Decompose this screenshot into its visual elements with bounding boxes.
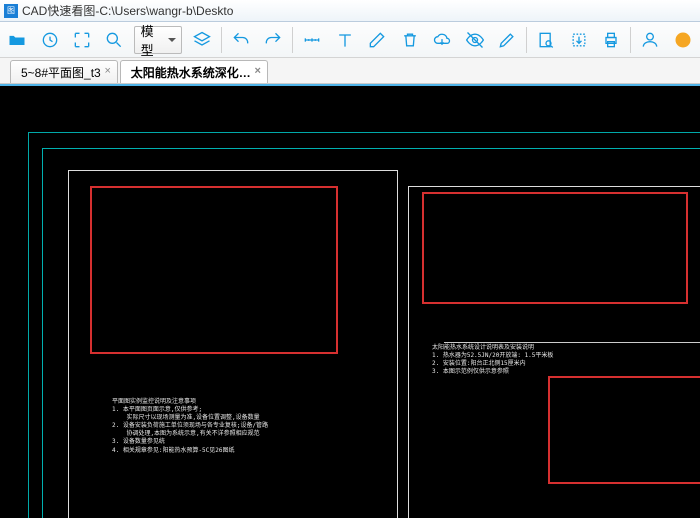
toolbar-divider-2: [292, 27, 293, 53]
search-icon: [104, 30, 124, 50]
tab-2[interactable]: 太阳能热水系统深化… ×: [120, 60, 268, 83]
close-icon[interactable]: ×: [102, 66, 114, 78]
titlebar: 图 CAD快速看图 - C:\Users\wangr-b\Deskto: [0, 0, 700, 22]
notes-block-1: 平面图实例监控说明及注意事项 1. 本平面图页面示意,仅供参考; 实际尺寸以现场…: [112, 398, 268, 455]
app-icon: 图: [4, 4, 18, 18]
undo-button[interactable]: [228, 25, 254, 55]
sheet-2-divider: [444, 342, 700, 343]
cloud-download-button[interactable]: [429, 25, 455, 55]
print-button[interactable]: [598, 25, 624, 55]
tab-1[interactable]: 5~8#平面图_t3 ×: [10, 60, 118, 83]
eye-off-icon: [465, 30, 485, 50]
highlight-box-3: [548, 376, 700, 484]
trash-icon: [400, 30, 420, 50]
highlight-box-1: [90, 186, 338, 354]
drawing-viewport[interactable]: 平面图实例监控说明及注意事项 1. 本平面图页面示意,仅供参考; 实际尺寸以现场…: [0, 84, 700, 518]
layers-icon: [192, 30, 212, 50]
user-icon: [640, 30, 660, 50]
undo-icon: [231, 30, 251, 50]
edit-button[interactable]: [494, 25, 520, 55]
eraser-button[interactable]: [364, 25, 390, 55]
zoom-button[interactable]: [101, 25, 127, 55]
eraser-icon: [367, 30, 387, 50]
redo-icon: [263, 30, 283, 50]
fullscreen-icon: [72, 30, 92, 50]
toolbar-divider-1: [221, 27, 222, 53]
vip-button[interactable]: [670, 25, 696, 55]
app-name: CAD快速看图: [22, 2, 95, 19]
file-path: C:\Users\wangr-b\Deskto: [99, 4, 233, 18]
delete-button[interactable]: [397, 25, 423, 55]
ruler-icon: [302, 30, 322, 50]
vip-icon: [673, 30, 693, 50]
export-button[interactable]: [565, 25, 591, 55]
measure-button[interactable]: [299, 25, 325, 55]
tab-1-label: 5~8#平面图_t3: [21, 64, 101, 81]
folder-open-icon: [7, 30, 27, 50]
tab-2-label: 太阳能热水系统深化…: [131, 64, 251, 81]
space-select[interactable]: 模型: [134, 26, 183, 54]
tabbar: 5~8#平面图_t3 × 太阳能热水系统深化… ×: [0, 58, 700, 84]
highlight-box-2: [422, 192, 688, 304]
space-select-label: 模型: [141, 21, 164, 59]
print-icon: [601, 30, 621, 50]
cloud-download-icon: [432, 30, 452, 50]
clock-icon: [40, 30, 60, 50]
export-icon: [569, 30, 589, 50]
notes-block-2: 太阳能热水系统设计说明表及安装说明 1. 热水器为52.5JN/20开放端: 1…: [432, 344, 553, 376]
toolbar-divider-3: [526, 27, 527, 53]
find-text-button[interactable]: [533, 25, 559, 55]
redo-button[interactable]: [260, 25, 286, 55]
search-doc-icon: [536, 30, 556, 50]
pen-icon: [497, 30, 517, 50]
toolbar: 模型: [0, 22, 700, 58]
close-icon[interactable]: ×: [252, 66, 264, 78]
text-button[interactable]: [332, 25, 358, 55]
recent-button[interactable]: [36, 25, 62, 55]
toolbar-divider-4: [630, 27, 631, 53]
layers-button[interactable]: [188, 25, 214, 55]
text-icon: [335, 30, 355, 50]
visibility-button[interactable]: [461, 25, 487, 55]
fullscreen-button[interactable]: [69, 25, 95, 55]
open-button[interactable]: [4, 25, 30, 55]
account-button[interactable]: [637, 25, 663, 55]
